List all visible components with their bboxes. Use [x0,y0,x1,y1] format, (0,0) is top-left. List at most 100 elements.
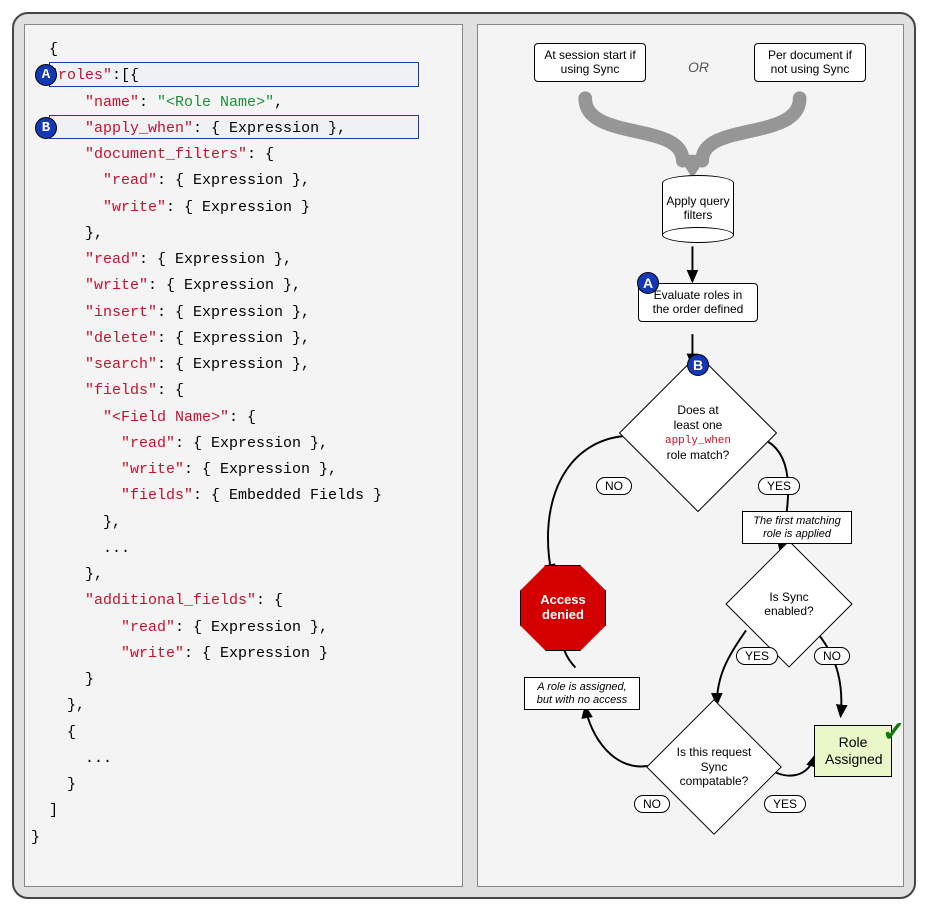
code-token: :[{ [112,67,139,84]
d3-yes: YES [764,795,806,813]
diagram-frame: { "roles":[{ A "name": "<Role Name>", "ap… [12,12,916,899]
code-line: }, [31,693,456,719]
code-token: "delete" [85,330,157,347]
code-line: { [31,720,456,746]
code-token: } [67,776,76,793]
d2-yes: YES [736,647,778,665]
d1-l2: least one [674,418,723,432]
code-token: }, [85,566,103,583]
code-token: "apply_when" [85,120,193,137]
d1-yes: YES [758,477,800,495]
code-line: } [31,667,456,693]
apply-filters-label: Apply query filters [663,195,733,223]
code-line: "read": { Expression }, [31,168,456,194]
code-token: ] [49,802,58,819]
start-sync: At session start if using Sync [534,43,646,82]
role-assigned-label: Role Assigned [825,734,883,767]
code-token: : [139,94,157,111]
role-assigned: Role Assigned [814,725,892,777]
code-token: : { Expression }, [175,619,328,636]
code-line: "write": { Expression }, [31,457,456,483]
code-token: : { [229,409,256,426]
code-token: "fields" [121,487,193,504]
code-token: "additional_fields" [85,592,256,609]
access-denied: Access denied [520,565,606,651]
access-denied-label: Access denied [521,593,605,623]
code-line: { [31,37,456,63]
d1-no: NO [596,477,632,495]
code-line: } [31,825,456,851]
code-line: "search": { Expression }, [31,352,456,378]
code-line: } [31,772,456,798]
code-token: "fields" [85,382,157,399]
code-line: ... [31,536,456,562]
code-badge: B [35,117,57,139]
decision-sync-compatible: Is this request Sync compatable? [646,699,782,835]
code-token: "insert" [85,304,157,321]
code-line: "read": { Expression }, [31,615,456,641]
code-line: "insert": { Expression }, [31,300,456,326]
code-token: "read" [103,172,157,189]
code-token: { [67,724,76,741]
code-line: "read": { Expression }, [31,247,456,273]
code-token: ... [103,540,130,557]
code-line: "fields": { [31,378,456,404]
code-token: : { Embedded Fields } [193,487,382,504]
d3-label: Is this request Sync compatable? [671,745,757,788]
code-line: "document_filters": { [31,142,456,168]
code-token: ... [85,750,112,767]
code-line: "delete": { Expression }, [31,326,456,352]
code-token: : { [256,592,283,609]
code-line: }, [31,221,456,247]
note-no-access: A role is assigned, but with no access [524,677,640,710]
code-line: ... [31,746,456,772]
code-token: "write" [121,461,184,478]
code-token: : { Expression } [184,645,328,662]
d1-l1: Does at [677,403,718,417]
code-token: "read" [85,251,139,268]
badge-a: A [637,272,659,294]
code-token: : { Expression } [166,199,310,216]
code-token: }, [67,697,85,714]
code-line: "additional_fields": { [31,588,456,614]
code-line: "<Field Name>": { [31,405,456,431]
code-line: "apply_when": { Expression }, [31,116,456,142]
apply-filters-shape: Apply query filters [662,175,734,243]
check-icon: ✓ [882,715,905,748]
evaluate-roles: A Evaluate roles in the order defined [638,283,758,322]
code-token: : { [247,146,274,163]
d1-code: apply_when [665,435,731,447]
code-token: : { Expression }, [139,251,292,268]
code-token: { [49,41,58,58]
code-token: "roles" [49,67,112,84]
d1-l3: role match? [667,448,730,462]
code-token: "write" [85,277,148,294]
start-no-sync: Per document if not using Sync [754,43,866,82]
code-token: } [85,671,94,688]
code-line: }, [31,562,456,588]
decision-apply-when: Does at least one apply_when role match? [619,354,777,512]
code-token: "<Role Name>" [157,94,274,111]
code-line: "read": { Expression }, [31,431,456,457]
code-token: "write" [103,199,166,216]
code-token: : { [157,382,184,399]
code-line: "write": { Expression } [31,195,456,221]
code-token: "name" [85,94,139,111]
code-line: "fields": { Embedded Fields } [31,483,456,509]
code-token: : { Expression }, [157,172,310,189]
or-label: OR [688,59,709,75]
code-line: "roles":[{ [31,63,456,89]
code-token: } [31,829,40,846]
flowchart-panel: At session start if using Sync Per docum… [477,24,904,887]
code-token: }, [103,514,121,531]
code-line: ] [31,798,456,824]
code-token: "read" [121,619,175,636]
code-line: "name": "<Role Name>", [31,90,456,116]
code-token: "search" [85,356,157,373]
code-token: }, [85,225,103,242]
d2-label: Is Sync enabled? [749,590,829,619]
badge-b: B [687,354,709,376]
code-token: : { Expression }, [148,277,301,294]
code-token: "document_filters" [85,146,247,163]
code-token: : { Expression }, [157,330,310,347]
